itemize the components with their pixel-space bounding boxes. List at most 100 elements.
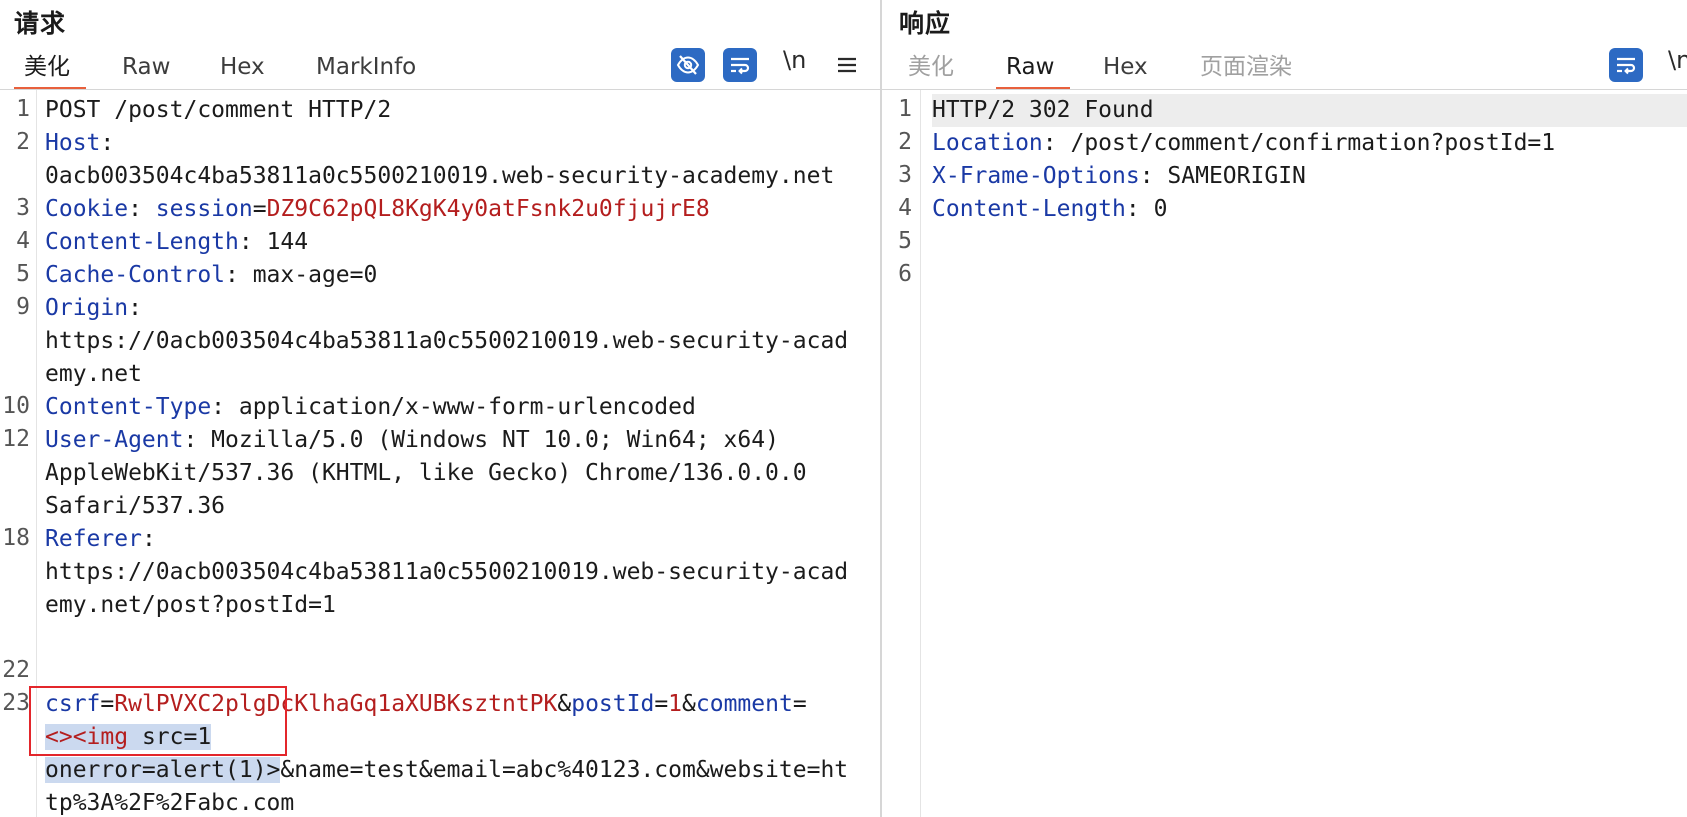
line-number: 18 bbox=[2, 525, 30, 551]
line-number: 2 bbox=[16, 129, 30, 155]
line-number: 1 bbox=[898, 96, 912, 122]
header-key: Cache-Control bbox=[45, 262, 226, 288]
request-pane: 请求 美化 Raw Hex MarkInfo \n 1 2 3 4 5 9 10 12 18 22… bbox=[0, 0, 880, 817]
code-text: : bbox=[141, 526, 156, 552]
response-editor[interactable]: HTTP/2 302 Found Location: /post/comment/… bbox=[932, 94, 1687, 292]
code-line[interactable]: Safari/537.36 bbox=[45, 490, 880, 523]
param-value: DZ9C62pQL8KgK4y0atFsnk2u0fjujrE8 bbox=[266, 196, 710, 222]
line-number: 3 bbox=[898, 162, 912, 188]
code-text: : SAMEORIGIN bbox=[1139, 163, 1306, 189]
line-number: 4 bbox=[16, 228, 30, 254]
response-line-gutter: 1 2 3 4 5 6 bbox=[882, 90, 921, 817]
code-line[interactable] bbox=[45, 655, 880, 688]
hamburger-menu-icon[interactable] bbox=[830, 48, 864, 82]
code-text: & bbox=[557, 691, 572, 717]
line-number: 6 bbox=[898, 261, 912, 287]
header-key: Content-Length bbox=[45, 229, 239, 255]
line-number: 5 bbox=[16, 261, 30, 287]
code-text: onerror=alert(1)> bbox=[45, 757, 281, 783]
code-text: = bbox=[792, 691, 807, 717]
code-text: tp%3A%2F%2Fabc.com bbox=[45, 790, 295, 816]
header-key: comment bbox=[695, 691, 793, 717]
request-tab-markinfo[interactable]: MarkInfo bbox=[316, 50, 416, 88]
code-line[interactable]: 0acb003504c4ba53811a0c5500210019.web-sec… bbox=[45, 160, 880, 193]
code-line[interactable]: Referer: bbox=[45, 523, 880, 556]
code-line[interactable]: HTTP/2 302 Found bbox=[932, 94, 1687, 127]
line-number: 10 bbox=[2, 393, 30, 419]
tabs-divider bbox=[0, 89, 880, 90]
request-title: 请求 bbox=[14, 9, 67, 38]
param-value: 1 bbox=[668, 691, 683, 717]
code-line[interactable]: Location: /post/comment/confirmation?pos… bbox=[932, 127, 1687, 160]
response-tab-pretty[interactable]: 美化 bbox=[908, 50, 954, 88]
line-number: 12 bbox=[2, 426, 30, 452]
word-wrap-icon[interactable] bbox=[1609, 48, 1643, 82]
request-tab-raw[interactable]: Raw bbox=[122, 50, 170, 88]
line-number: 5 bbox=[898, 228, 912, 254]
code-text: : max-age=0 bbox=[225, 262, 378, 288]
code-line[interactable]: Content-Length: 0 bbox=[932, 193, 1687, 226]
code-text: : bbox=[128, 196, 156, 222]
code-line[interactable]: POST /post/comment HTTP/2 bbox=[45, 94, 880, 127]
header-key: X-Frame-Options bbox=[932, 163, 1140, 189]
newline-toggle-button[interactable]: \n bbox=[1668, 46, 1687, 74]
code-line[interactable] bbox=[932, 259, 1687, 292]
code-text: emy.net/post?postId=1 bbox=[45, 592, 336, 618]
code-text: : /post/comment/confirmation?postId=1 bbox=[1042, 130, 1556, 156]
response-tab-raw[interactable]: Raw bbox=[995, 50, 1071, 90]
code-text: : 0 bbox=[1125, 196, 1168, 222]
header-key: Content-Length bbox=[932, 196, 1126, 222]
code-text: & bbox=[682, 691, 696, 717]
code-line[interactable]: Content-Type: application/x-www-form-url… bbox=[45, 391, 880, 424]
line-number: 2 bbox=[898, 129, 912, 155]
tabs-divider bbox=[882, 89, 1687, 90]
code-line[interactable] bbox=[45, 622, 880, 655]
code-line[interactable]: tp%3A%2F%2Fabc.com bbox=[45, 787, 880, 817]
code-text: &name=test&email=abc%40123.com&website=h… bbox=[280, 757, 849, 783]
code-text: AppleWebKit/537.36 (KHTML, like Gecko) C… bbox=[45, 460, 807, 486]
eye-off-icon[interactable] bbox=[671, 48, 705, 82]
code-text: = bbox=[252, 196, 267, 222]
response-tabs: 美化 Raw Hex 页面渲染 bbox=[882, 50, 1687, 90]
header-key: Location bbox=[932, 130, 1043, 156]
code-line[interactable]: https://0acb003504c4ba53811a0c5500210019… bbox=[45, 556, 880, 589]
header-key: Host bbox=[45, 130, 101, 156]
code-line[interactable]: emy.net/post?postId=1 bbox=[45, 589, 880, 622]
code-line[interactable] bbox=[932, 226, 1687, 259]
code-text: HTTP/2 302 Found bbox=[932, 97, 1154, 123]
code-line[interactable]: Origin: bbox=[45, 292, 880, 325]
request-tab-pretty[interactable]: 美化 bbox=[14, 50, 86, 90]
code-line[interactable]: emy.net bbox=[45, 358, 880, 391]
code-text: = bbox=[654, 691, 669, 717]
code-text: : bbox=[128, 295, 142, 321]
newline-toggle-button[interactable]: \n bbox=[783, 46, 806, 74]
header-key: Referer bbox=[45, 526, 142, 552]
code-text: : bbox=[100, 130, 115, 156]
code-line[interactable]: https://0acb003504c4ba53811a0c5500210019… bbox=[45, 325, 880, 358]
highlight-annotation-box bbox=[29, 686, 287, 756]
response-title: 响应 bbox=[899, 9, 952, 38]
line-number: 22 bbox=[2, 657, 30, 683]
code-text: POST /post/comment HTTP/2 bbox=[45, 97, 392, 123]
header-key: postId bbox=[571, 691, 655, 717]
response-tab-render[interactable]: 页面渲染 bbox=[1200, 50, 1292, 88]
code-text: Safari/537.36 bbox=[45, 493, 226, 519]
response-tab-hex[interactable]: Hex bbox=[1103, 50, 1148, 88]
code-line[interactable]: onerror=alert(1)>&name=test&email=abc%40… bbox=[45, 754, 880, 787]
code-line[interactable]: User-Agent: Mozilla/5.0 (Windows NT 10.0… bbox=[45, 424, 880, 457]
code-line[interactable]: Host: bbox=[45, 127, 880, 160]
header-key: session bbox=[155, 196, 253, 222]
code-line[interactable]: Cache-Control: max-age=0 bbox=[45, 259, 880, 292]
code-text: https://0acb003504c4ba53811a0c5500210019… bbox=[45, 559, 849, 585]
response-pane: 响应 美化 Raw Hex 页面渲染 \n 1 2 3 4 5 6 HTTP/2 302 … bbox=[882, 0, 1687, 817]
line-number: 23 bbox=[2, 690, 30, 716]
code-text: : 144 bbox=[238, 229, 309, 255]
code-line[interactable]: X-Frame-Options: SAMEORIGIN bbox=[932, 160, 1687, 193]
code-line[interactable]: AppleWebKit/537.36 (KHTML, like Gecko) C… bbox=[45, 457, 880, 490]
code-line[interactable]: Content-Length: 144 bbox=[45, 226, 880, 259]
code-text: : application/x-www-form-urlencoded bbox=[211, 394, 696, 420]
header-key: Cookie bbox=[45, 196, 129, 222]
code-line[interactable]: Cookie: session=DZ9C62pQL8KgK4y0atFsnk2u… bbox=[45, 193, 880, 226]
word-wrap-icon[interactable] bbox=[723, 48, 757, 82]
request-tab-hex[interactable]: Hex bbox=[220, 50, 265, 88]
